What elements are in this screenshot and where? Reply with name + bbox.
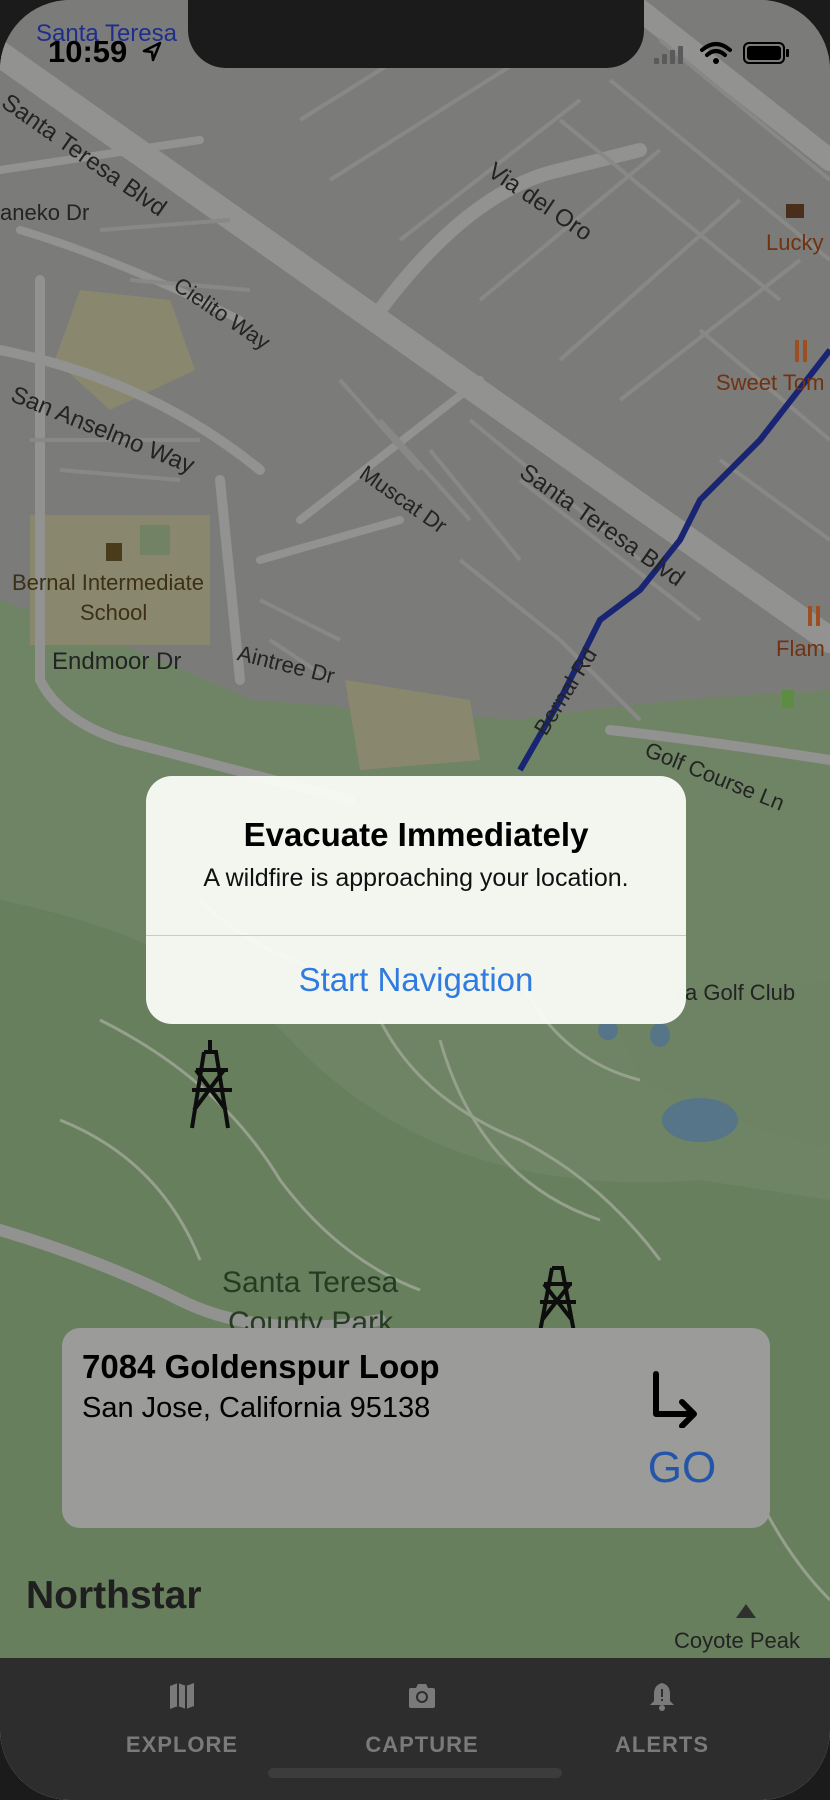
- map-label-park: Santa Teresa: [222, 1266, 399, 1299]
- tab-capture[interactable]: CAPTURE: [322, 1658, 522, 1768]
- address-line1: 7084 Goldenspur Loop: [82, 1348, 440, 1385]
- status-time: 10:59: [48, 34, 128, 69]
- tab-alerts[interactable]: ALERTS: [562, 1658, 762, 1768]
- map-label-poi: sa Golf Club: [674, 980, 796, 1005]
- wifi-icon: [700, 42, 732, 57]
- map-label-school: Bernal Intermediate: [12, 570, 204, 595]
- shop-icon: [786, 204, 804, 218]
- school-icon: [106, 543, 122, 561]
- device-notch: [188, 0, 644, 68]
- tab-bar: EXPLORE CAPTURE ALERTS: [0, 1658, 830, 1800]
- map-label-poi: Flam: [776, 636, 825, 661]
- map-label-street: aneko Dr: [0, 200, 90, 225]
- alert-title: Evacuate Immediately: [243, 816, 589, 853]
- tab-explore[interactable]: EXPLORE: [82, 1658, 282, 1768]
- restaurant-icon: [795, 340, 799, 362]
- destination-card[interactable]: 7084 Goldenspur Loop San Jose, Californi…: [62, 1328, 770, 1528]
- address-line2: San Jose, California 95138: [82, 1392, 431, 1424]
- alert-message: A wildfire is approaching your location.: [203, 864, 629, 892]
- phone-frame: Santa Teresa Blvd Via del Oro aneko Dr C…: [0, 0, 830, 1800]
- tab-alerts-label: ALERTS: [615, 1732, 709, 1757]
- map-label-street: Endmoor Dr: [52, 648, 182, 675]
- app-screen: Santa Teresa Blvd Via del Oro aneko Dr C…: [0, 0, 830, 1800]
- evacuation-alert-dialog: Evacuate Immediately A wildfire is appro…: [146, 776, 686, 1024]
- tab-capture-label: CAPTURE: [365, 1732, 479, 1757]
- app-name: Northstar: [26, 1574, 202, 1617]
- map-icon: [170, 1683, 194, 1709]
- tab-explore-label: EXPLORE: [125, 1732, 239, 1757]
- map-label-peak: Coyote Peak: [674, 1628, 800, 1653]
- bell-icon: [650, 1683, 674, 1711]
- turn-right-arrow-icon: [653, 1371, 697, 1428]
- status-icons: [654, 42, 789, 64]
- map-label-poi: Lucky: [766, 230, 824, 255]
- location-arrow-icon: [142, 41, 162, 62]
- camera-icon: [409, 1684, 435, 1708]
- map-label-school: School: [80, 600, 148, 625]
- go-button[interactable]: GO: [632, 1438, 732, 1498]
- restaurant-icon: [808, 606, 812, 626]
- map-label-poi: Sweet Tom: [716, 370, 825, 395]
- home-indicator[interactable]: [268, 1768, 562, 1778]
- start-navigation-button[interactable]: Start Navigation: [146, 936, 686, 1024]
- signal-icon: [654, 46, 683, 64]
- battery-icon: [743, 42, 789, 64]
